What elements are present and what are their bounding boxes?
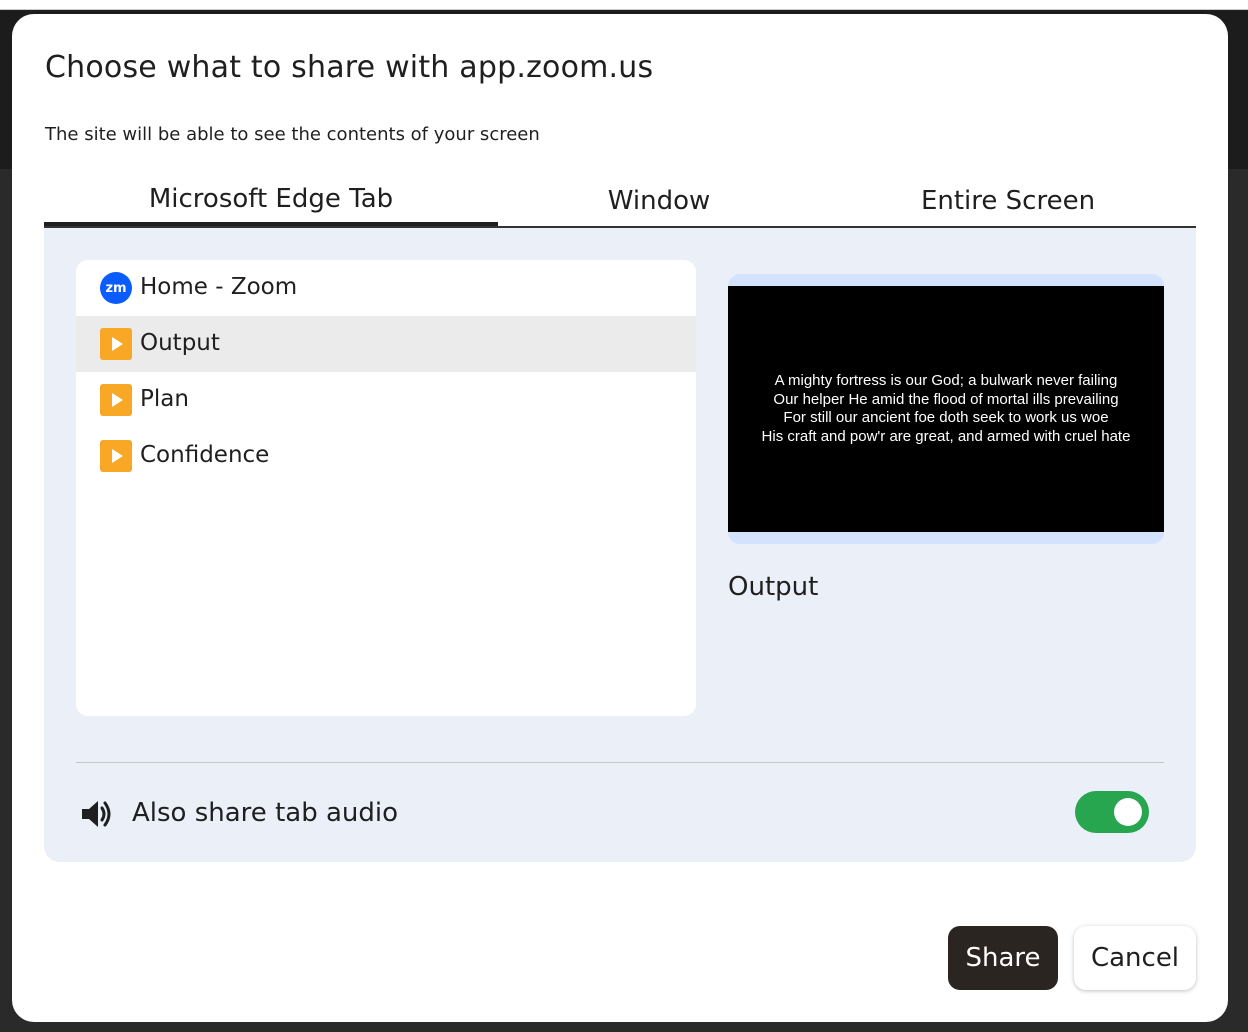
source-tabs: Microsoft Edge Tab Window Entire Screen: [44, 176, 1196, 228]
divider: [76, 762, 1164, 763]
tab-preview: A mighty fortress is our God; a bulwark …: [728, 274, 1164, 544]
list-item-plan[interactable]: Plan: [76, 372, 696, 428]
list-item-label: Output: [140, 330, 220, 356]
dialog-title: Choose what to share with app.zoom.us: [45, 50, 654, 85]
toggle-knob: [1114, 798, 1142, 826]
share-dialog: Choose what to share with app.zoom.us Th…: [12, 14, 1228, 1022]
list-item-label: Home - Zoom: [140, 274, 298, 300]
cancel-button[interactable]: Cancel: [1074, 926, 1196, 990]
play-icon: [100, 328, 132, 360]
speaker-icon: [82, 801, 111, 827]
list-item-home-zoom[interactable]: zm Home - Zoom: [76, 260, 696, 316]
share-audio-toggle[interactable]: [1075, 791, 1149, 833]
play-icon: [100, 440, 132, 472]
list-item-output[interactable]: Output: [76, 316, 696, 372]
browser-top-strip: [0, 0, 1248, 10]
tab-panel: zm Home - Zoom Output Plan Confidence A …: [44, 228, 1196, 862]
preview-screen: A mighty fortress is our God; a bulwark …: [728, 286, 1164, 532]
browser-tab-list: zm Home - Zoom Output Plan Confidence: [76, 260, 696, 716]
preview-text-line: Our helper He amid the flood of mortal i…: [773, 390, 1119, 408]
audio-label: Also share tab audio: [132, 798, 399, 828]
list-item-confidence[interactable]: Confidence: [76, 428, 696, 484]
tab-entire-screen[interactable]: Entire Screen: [820, 176, 1196, 226]
dialog-subtitle: The site will be able to see the content…: [45, 124, 540, 145]
zoom-icon: zm: [100, 272, 132, 304]
list-item-label: Confidence: [140, 442, 270, 468]
list-item-label: Plan: [140, 386, 189, 412]
preview-label: Output: [728, 572, 819, 602]
play-icon: [100, 384, 132, 416]
share-button[interactable]: Share: [948, 926, 1058, 990]
preview-text-line: A mighty fortress is our God; a bulwark …: [774, 372, 1118, 389]
tab-microsoft-edge-tab[interactable]: Microsoft Edge Tab: [44, 176, 498, 226]
preview-text-line: For still our ancient foe doth seek to w…: [783, 409, 1109, 426]
tab-window[interactable]: Window: [498, 176, 820, 226]
preview-text-line: His craft and pow'r are great, and armed…: [761, 427, 1131, 445]
